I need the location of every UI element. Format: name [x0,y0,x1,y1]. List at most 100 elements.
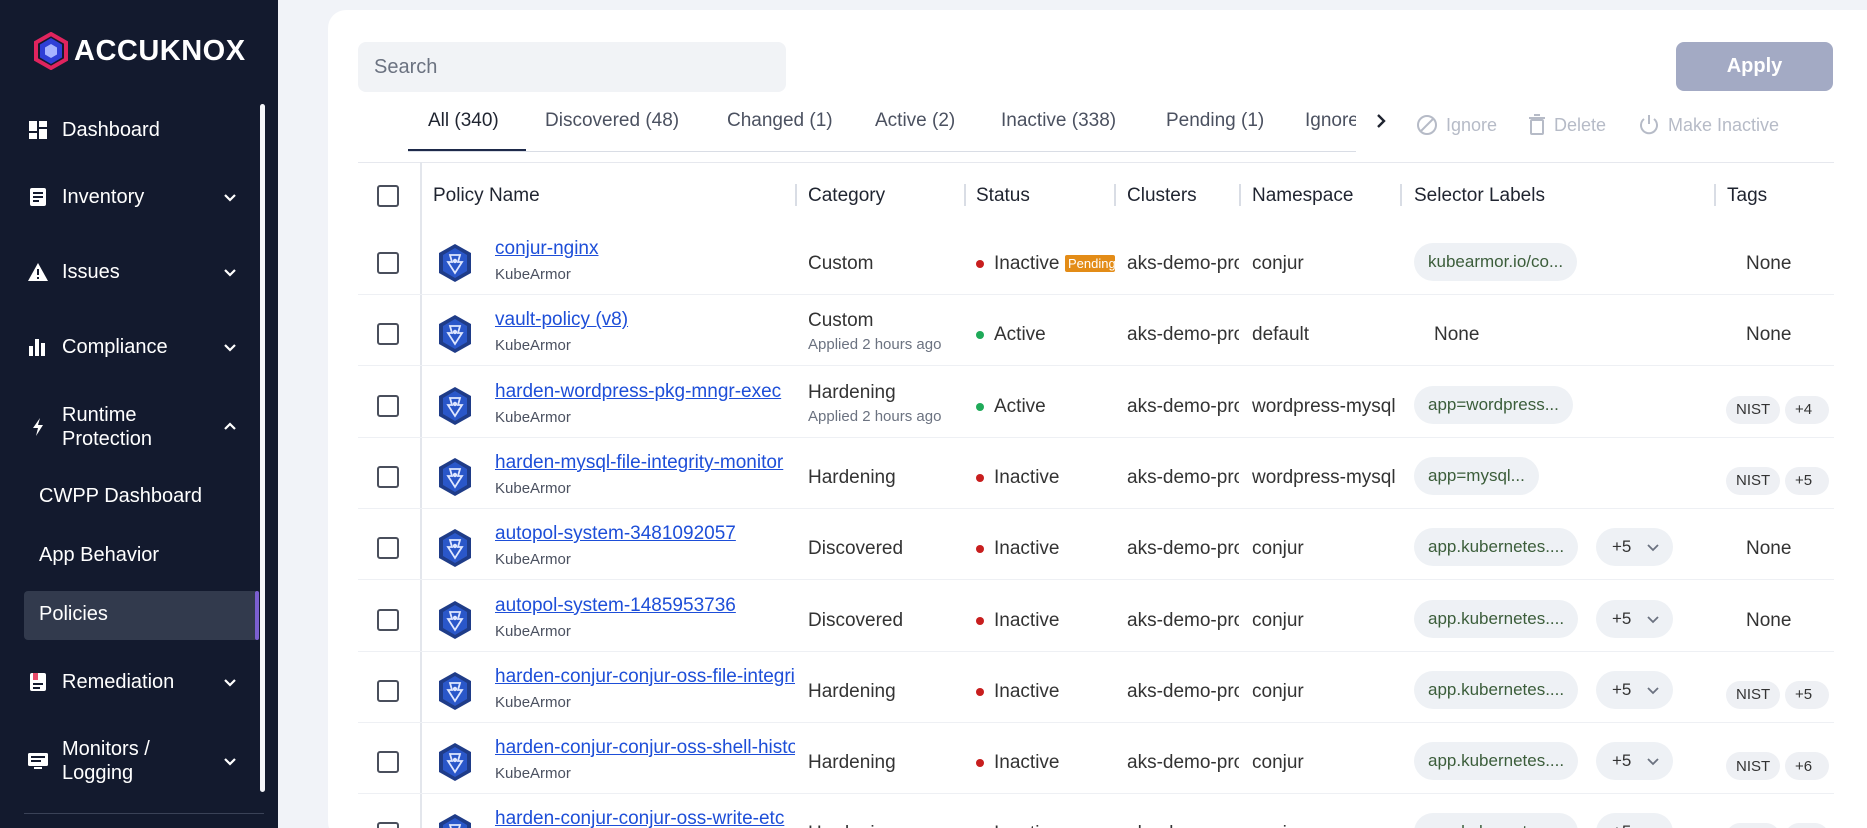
column-separator[interactable] [1239,184,1241,206]
column-header-namespace[interactable]: Namespace [1252,185,1353,207]
selector-more-dropdown[interactable]: +5 [1596,599,1673,638]
policy-namespace: wordpress-mysql [1252,466,1396,488]
tag-chip[interactable]: NIST [1726,752,1781,781]
tab-ignored[interactable]: Ignored [1305,110,1356,132]
row-divider [358,579,1834,581]
selector-label-chip[interactable]: app.kubernetes.... [1414,528,1579,567]
tab-all[interactable]: All (340) [428,110,499,132]
sidebar-item-label-line1: Monitors / [62,738,150,760]
column-header-clusters[interactable]: Clusters [1127,185,1197,207]
sidebar-item-label-line1: Runtime [62,404,137,426]
sidebar-subitem-policies[interactable]: Policies [39,603,108,626]
policy-name-link[interactable]: harden-conjur-conjur-oss-file-integrity [495,666,795,688]
selector-none: None [1434,324,1480,346]
tab-discovered[interactable]: Discovered (48) [545,110,679,132]
selector-more-dropdown[interactable]: +5 [1596,742,1673,781]
tab-active[interactable]: Active (2) [875,110,955,132]
selector-label-chip[interactable]: app.kubernetes.... [1414,670,1579,709]
tag-chip[interactable]: NIST [1726,680,1781,709]
policy-name-link[interactable]: harden-mysql-file-integrity-monitor [495,452,795,474]
row-checkbox[interactable] [377,323,399,346]
policy-name-link[interactable]: autopol-system-1485953736 [495,595,795,617]
status-dot [976,687,984,696]
kubearmor-icon [439,244,471,282]
kubearmor-icon [439,671,471,710]
tag-chip[interactable]: NIST [1726,466,1781,495]
chevron-down-icon [1647,758,1659,766]
row-checkbox[interactable] [377,822,399,828]
sidebar-item-remediation[interactable]: Remediation [0,669,262,695]
selector-label-chip[interactable]: app=wordpress... [1414,385,1573,424]
sidebar-scrollbar[interactable] [260,104,265,792]
sidebar-item-dashboard[interactable]: Dashboard [0,117,262,143]
selector-more-dropdown[interactable]: +5 [1596,670,1673,709]
apply-button[interactable]: Apply [1676,42,1833,91]
policy-name-link[interactable]: harden-conjur-conjur-oss-write-etc [495,808,795,828]
tag-more-chip[interactable]: +5 [1785,466,1829,495]
chevron-down-icon [224,758,236,766]
selector-label-chip[interactable]: app=mysql... [1414,456,1539,495]
tag-chip[interactable]: NIST [1726,823,1781,828]
power-icon [1640,115,1658,135]
row-checkbox[interactable] [377,608,399,631]
sidebar-item-issues[interactable]: Issues [0,259,262,285]
sidebar-item-inventory[interactable]: Inventory [0,184,262,210]
selector-more-dropdown[interactable]: +5 [1596,528,1673,567]
delete-button[interactable]: Delete [1528,114,1606,136]
column-separator[interactable] [1400,184,1402,206]
column-header-category[interactable]: Category [808,185,885,207]
sidebar-item-compliance[interactable]: Compliance [0,334,262,360]
status-dot [976,473,984,482]
tag-more-chip[interactable]: +4 [1785,395,1829,424]
column-separator[interactable] [964,184,966,206]
search-input[interactable] [358,42,786,92]
policy-engine: KubeArmor [495,693,571,711]
row-checkbox[interactable] [377,252,399,274]
policy-category: Custom [808,253,874,274]
selector-label-chip[interactable]: kubearmor.io/co... [1414,243,1578,281]
policy-name-link[interactable]: conjur-nginx [495,238,795,260]
row-divider [358,721,1834,723]
selector-label-chip[interactable]: app.kubernetes.... [1414,742,1579,781]
column-header-selector-labels[interactable]: Selector Labels [1414,185,1545,207]
policy-engine: KubeArmor [495,479,571,497]
row-divider [358,365,1834,367]
chevron-right-icon[interactable] [1372,110,1390,132]
column-header-status[interactable]: Status [976,185,1030,207]
tab-inactive[interactable]: Inactive (338) [1001,110,1116,132]
row-checkbox[interactable] [377,465,399,488]
row-checkbox[interactable] [377,751,399,774]
column-separator[interactable] [795,184,797,206]
sidebar-subitem-app-behavior[interactable]: App Behavior [39,544,159,567]
column-header-policy-name[interactable]: Policy Name [433,185,540,207]
tab-pending[interactable]: Pending (1) [1166,110,1264,132]
column-separator[interactable] [1114,184,1116,206]
tag-more-chip[interactable]: +6 [1785,752,1829,781]
tab-changed[interactable]: Changed (1) [727,110,833,132]
tag-more-chip[interactable]: +5 [1785,680,1829,709]
sidebar-item-monitors-logging[interactable]: Monitors / Logging [0,737,262,785]
sidebar-item-label: Compliance [62,336,168,358]
sidebar-item-runtime-protection[interactable]: Runtime Protection [0,403,262,451]
policy-name-link[interactable]: vault-policy (v8) [495,309,795,331]
policy-name-link[interactable]: harden-wordpress-pkg-mngr-exec [495,381,795,403]
policy-name-link[interactable]: harden-conjur-conjur-oss-shell-history [495,737,795,759]
status-text: Inactive [994,752,1060,774]
column-header-tags[interactable]: Tags [1727,185,1767,207]
policy-engine: KubeArmor [495,408,571,426]
selector-more-dropdown[interactable]: +5 [1596,813,1673,828]
selector-label-chip[interactable]: app.kubernetes.... [1414,813,1579,828]
selector-label-chip[interactable]: app.kubernetes.... [1414,599,1579,638]
tag-chip[interactable]: NIST [1726,395,1781,424]
make-inactive-button[interactable]: Make Inactive [1638,114,1779,136]
row-checkbox[interactable] [377,537,399,560]
policy-name-link[interactable]: autopol-system-3481092057 [495,523,795,545]
ignore-button[interactable]: Ignore [1416,114,1497,136]
select-all-checkbox[interactable] [377,185,399,207]
sidebar-subitem-cwpp-dashboard[interactable]: CWPP Dashboard [39,485,202,508]
row-checkbox[interactable] [377,394,399,417]
logo[interactable]: ACCUKNOX [32,32,246,70]
row-checkbox[interactable] [377,679,399,702]
column-separator[interactable] [1714,184,1716,206]
status-text: Inactive [994,538,1060,560]
